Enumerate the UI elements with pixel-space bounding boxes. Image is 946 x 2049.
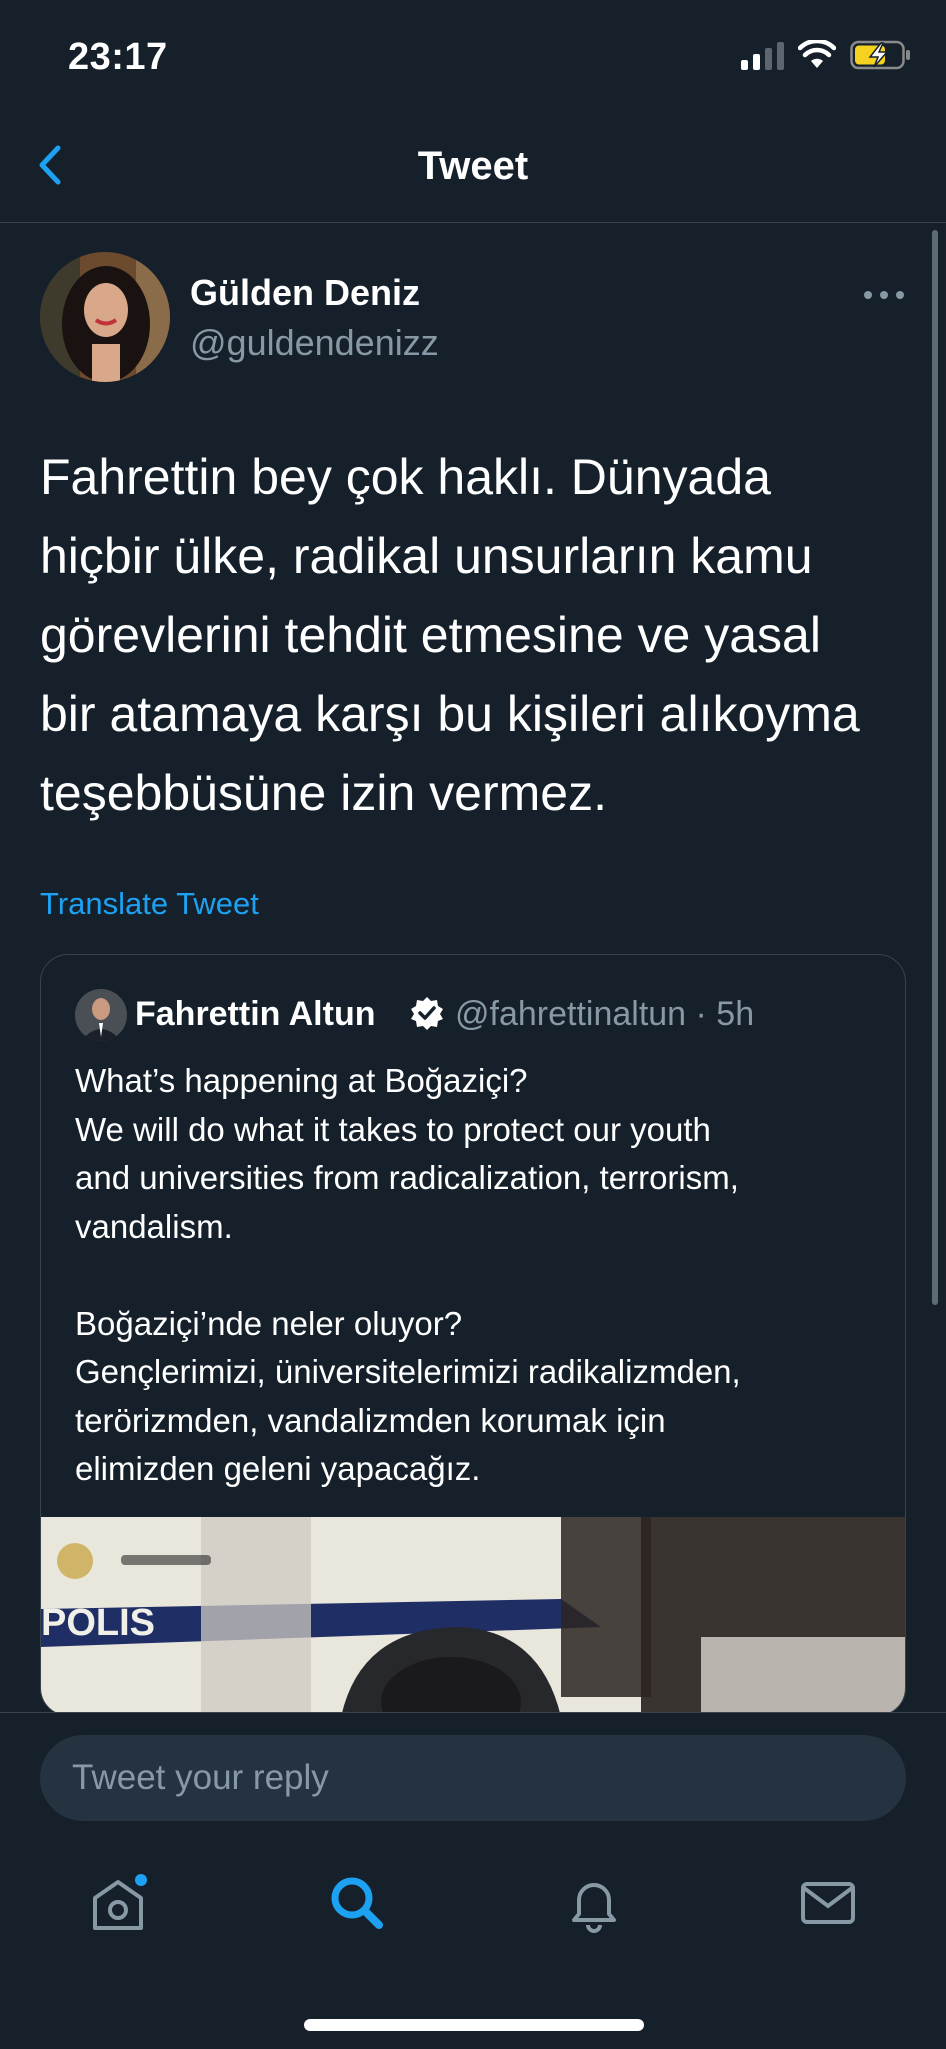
quoted-tweet-card[interactable]: Fahrettin Altun @fahrettinaltun · 5h Wha… [40, 954, 906, 1716]
tab-search[interactable] [316, 1863, 396, 1943]
bell-icon [572, 1883, 616, 1933]
status-bar: 23:17 [0, 0, 946, 110]
tweet-text: Fahrettin bey çok haklı. Dünyada hiçbir … [40, 449, 860, 821]
nav-header: Tweet [0, 110, 946, 223]
author-avatar[interactable] [40, 252, 170, 382]
tab-messages[interactable] [788, 1863, 868, 1943]
quoted-author-handle: @fahrettinaltun · 5h [455, 995, 755, 1033]
scrollbar[interactable] [932, 230, 938, 1305]
battery-charging-icon [850, 40, 910, 70]
media-overlay-text: POLIS [41, 1602, 155, 1644]
reply-input[interactable] [40, 1735, 906, 1821]
quoted-author-avatar [75, 989, 127, 1041]
more-options-button[interactable] [854, 278, 914, 312]
status-time: 23:17 [68, 36, 168, 78]
search-icon [331, 1877, 383, 1929]
author-name[interactable]: Gülden Deniz [190, 272, 420, 314]
more-icon [864, 291, 904, 299]
tab-home[interactable] [78, 1863, 158, 1943]
tab-notifications[interactable] [554, 1863, 634, 1943]
tab-bar [0, 1863, 946, 1963]
mail-icon [801, 1882, 855, 1924]
avatar-photo [40, 252, 170, 382]
reply-area [0, 1712, 946, 2049]
author-handle[interactable]: @guldendenizz [190, 322, 439, 364]
home-icon [93, 1874, 147, 1930]
page-title: Tweet [417, 144, 529, 188]
translate-tweet-link[interactable]: Translate Tweet [40, 886, 259, 922]
quoted-author-name: Fahrettin Altun [135, 995, 376, 1033]
quoted-tweet-media[interactable]: POLIS [41, 1517, 905, 1715]
status-icons [741, 40, 912, 70]
home-indicator [304, 2019, 644, 2031]
verified-badge-icon [411, 997, 443, 1030]
cellular-signal-icon [741, 40, 784, 70]
quoted-tweet-text: What’s happening at Boğaziçi? We will do… [75, 1062, 741, 1487]
police-car-image: POLIS [41, 1517, 905, 1715]
quoted-avatar-photo [75, 989, 127, 1041]
wifi-icon [798, 40, 836, 68]
